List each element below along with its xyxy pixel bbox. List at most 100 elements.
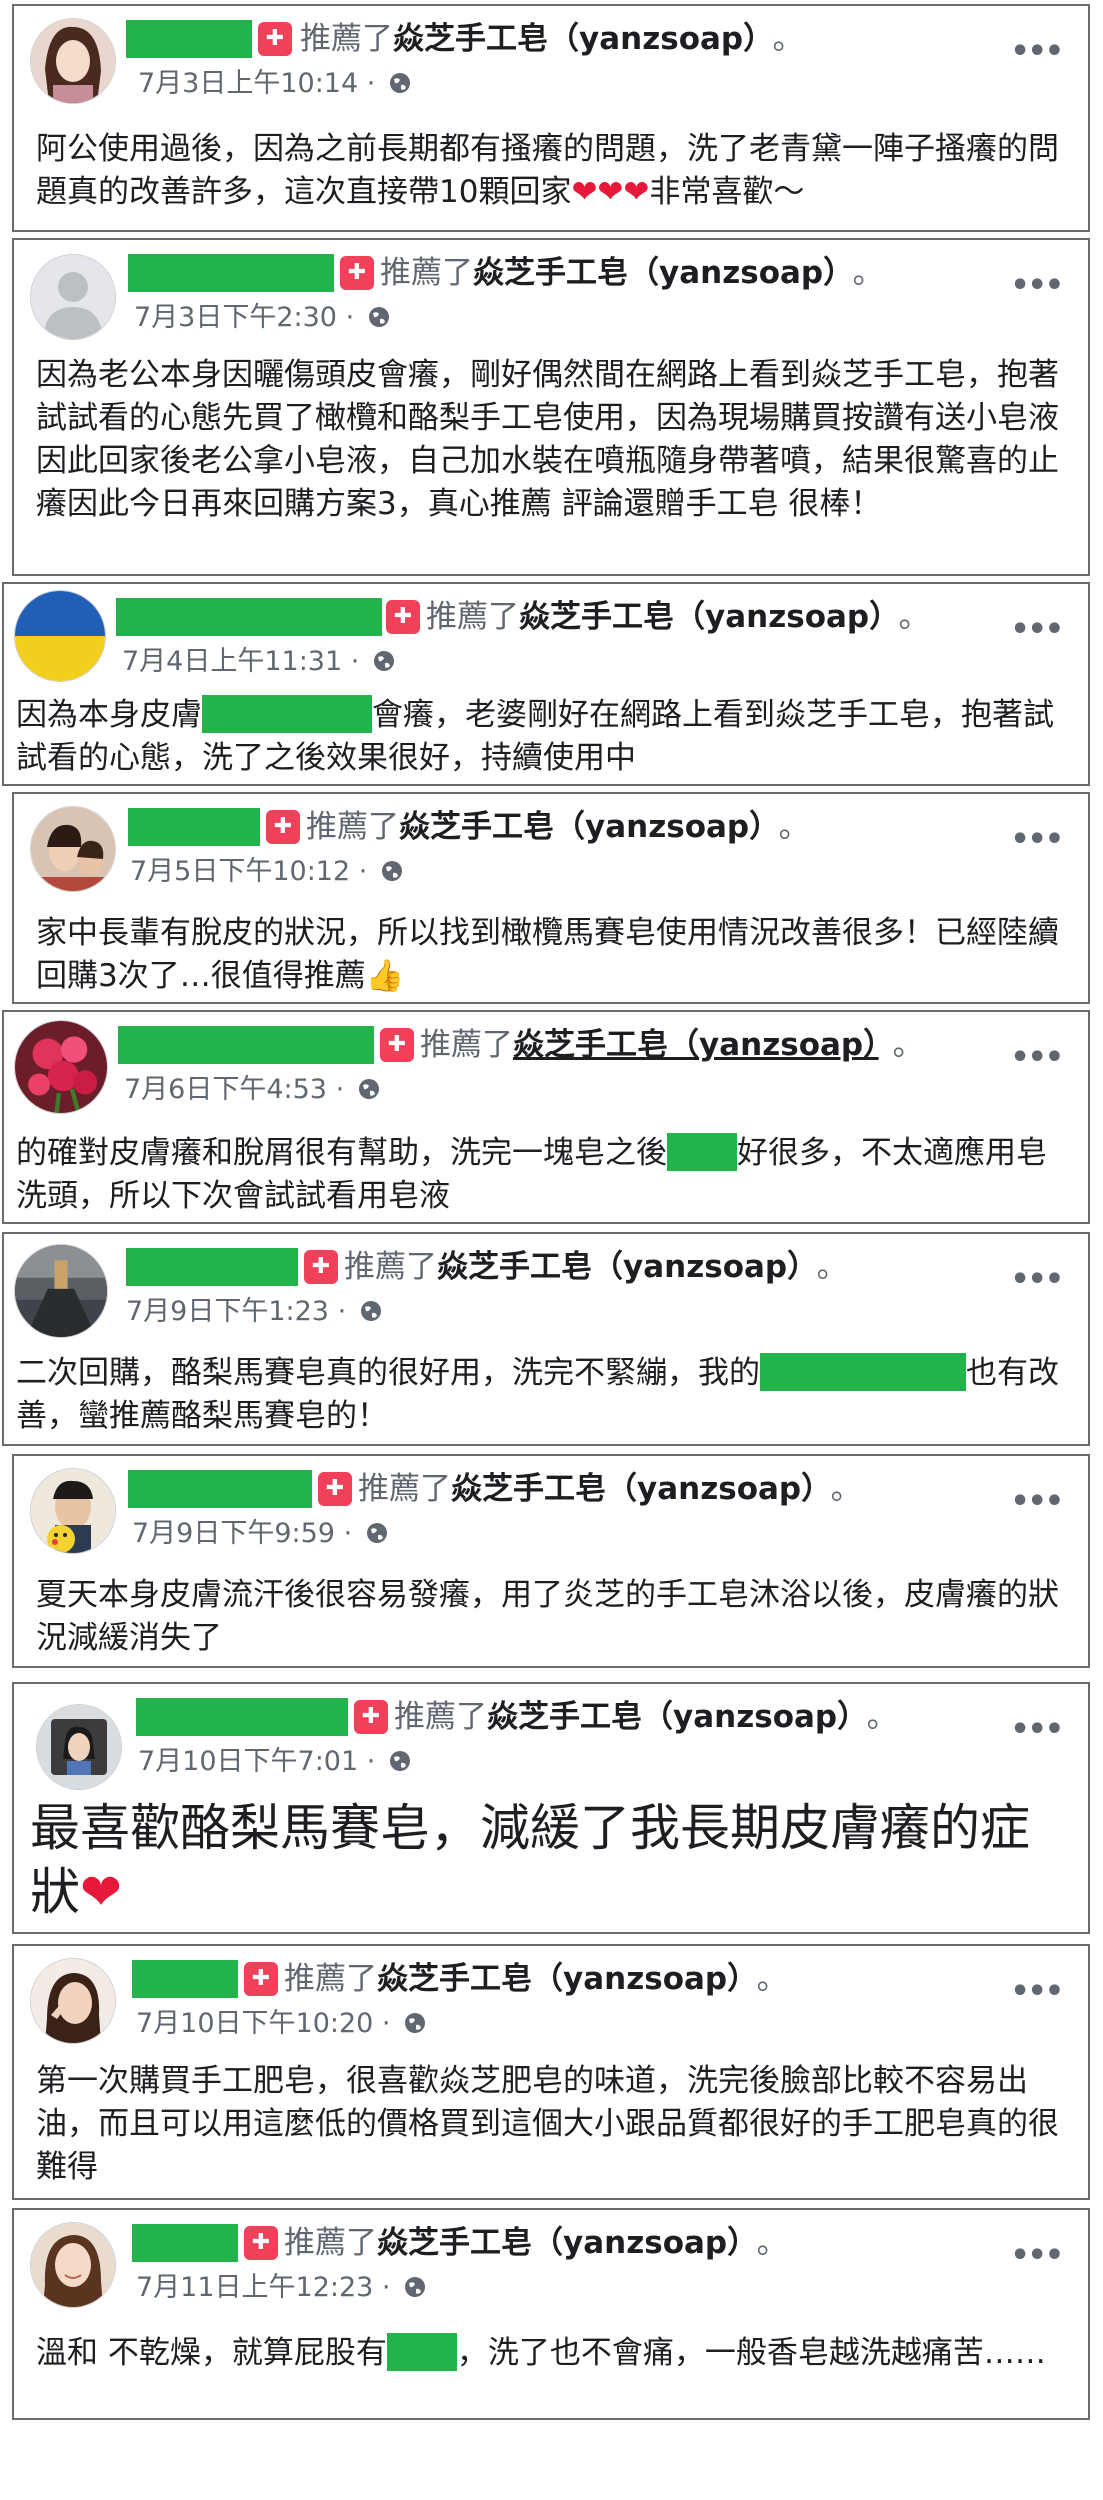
avatar[interactable] — [30, 1958, 116, 2044]
page-name-link[interactable]: 焱芝手工皂（yanzsoap） — [399, 809, 765, 845]
recommend-badge-icon: ✚ — [318, 1472, 352, 1506]
post-headline: 推薦了焱芝手工皂（yanzsoap）。 — [358, 1471, 862, 1507]
post-timestamp[interactable]: 7月4日上午11:31 · — [122, 644, 396, 680]
avatar[interactable] — [14, 1244, 108, 1338]
post-headline: 推薦了焱芝手工皂（yanzsoap）。 — [426, 599, 930, 635]
post-headline: 推薦了焱芝手工皂（yanzsoap）。 — [300, 21, 804, 57]
recommend-badge-icon: ✚ — [354, 1700, 388, 1734]
more-options-icon[interactable]: ••• — [1010, 1484, 1064, 1519]
redacted-text — [760, 1353, 966, 1391]
page-name-link[interactable]: 焱芝手工皂（yanzsoap） — [487, 1699, 853, 1735]
avatar[interactable] — [30, 1468, 116, 1554]
recommended-verb: 推薦了 — [300, 21, 393, 57]
more-options-icon[interactable]: ••• — [1010, 822, 1064, 857]
post-timestamp[interactable]: 7月5日下午10:12 · — [130, 854, 404, 890]
post-body: 家中長輩有脫皮的狀況，所以找到橄欖馬賽皂使用情況改善很多！已經陸續回購3次了…很… — [36, 915, 1059, 994]
avatar[interactable] — [36, 1704, 122, 1790]
more-options-icon[interactable]: ••• — [1010, 1712, 1064, 1747]
post-body: 第一次購買手工肥皂，很喜歡焱芝肥皂的味道，洗完後臉部比較不容易出油，而且可以用這… — [36, 2063, 1059, 2185]
redacted-name[interactable] — [132, 2224, 238, 2262]
post-headline: 推薦了焱芝手工皂（yanzsoap）。 — [284, 2225, 788, 2261]
post-body: 二次回購，酪梨馬賽皂真的很好用，洗完不緊繃，我的 也有改善，蠻推薦酪梨馬賽皂的！ — [16, 1353, 1059, 1434]
post-card: ✚ 推薦了焱芝手工皂（yanzsoap）。 7月3日下午2:30 · ••• 因… — [12, 238, 1090, 576]
public-globe-icon — [373, 651, 394, 671]
avatar[interactable] — [14, 1020, 108, 1114]
more-options-icon[interactable]: ••• — [1010, 612, 1064, 647]
public-globe-icon — [405, 2277, 426, 2297]
more-options-icon[interactable]: ••• — [1010, 1974, 1064, 2009]
recommend-badge-icon: ✚ — [258, 22, 292, 56]
post-headline: 推薦了焱芝手工皂（yanzsoap）。 — [284, 1961, 788, 1997]
page-name-link[interactable]: 焱芝手工皂（yanzsoap） — [473, 255, 839, 291]
post-card: ✚ 推薦了焱芝手工皂（yanzsoap）。 7月11日上午12:23 · •••… — [12, 2208, 1090, 2420]
avatar[interactable] — [30, 806, 116, 892]
recommend-badge-icon: ✚ — [304, 1250, 338, 1284]
heart-emoji: ❤ — [80, 1863, 122, 1921]
avatar[interactable] — [30, 2222, 116, 2308]
redacted-name[interactable] — [126, 20, 252, 58]
recommend-badge-icon: ✚ — [380, 1028, 414, 1062]
post-card: ✚ 推薦了焱芝手工皂（yanzsoap）。 7月9日下午9:59 · ••• 夏… — [12, 1454, 1090, 1668]
post-card: ✚ 推薦了焱芝手工皂（yanzsoap）。 7月10日下午7:01 · ••• … — [12, 1682, 1090, 1934]
post-timestamp[interactable]: 7月10日下午10:20 · — [136, 2006, 427, 2042]
post-card: ✚ 推薦了焱芝手工皂（yanzsoap）。 7月4日上午11:31 · ••• … — [2, 582, 1090, 786]
page-name-link[interactable]: 焱芝手工皂（yanzsoap） — [519, 599, 885, 635]
thumbs-up-emoji: 👍 — [365, 958, 405, 994]
post-timestamp[interactable]: 7月9日下午1:23 · — [126, 1294, 383, 1330]
public-globe-icon — [389, 1751, 410, 1771]
post-headline: 推薦了焱芝手工皂（yanzsoap）。 — [394, 1699, 898, 1735]
more-options-icon[interactable]: ••• — [1010, 2238, 1064, 2273]
post-timestamp[interactable]: 7月9日下午9:59 · — [132, 1516, 389, 1552]
avatar[interactable] — [14, 590, 106, 682]
post-card: ✚ 推薦了焱芝手工皂（yanzsoap）。 7月5日下午10:12 · ••• … — [12, 792, 1090, 1004]
post-card: ✚ 推薦了焱芝手工皂（yanzsoap）。 7月9日下午1:23 · ••• 二… — [2, 1232, 1090, 1446]
public-globe-icon — [358, 1079, 379, 1099]
redacted-name[interactable] — [132, 1960, 238, 1998]
post-timestamp[interactable]: 7月3日上午10:14 · — [138, 66, 412, 102]
redacted-name[interactable] — [116, 598, 382, 636]
public-globe-icon — [389, 73, 410, 93]
post-body: 的確對皮膚癢和脫屑很有幫助，洗完一塊皂之後 好很多，不太適應用皂洗頭，所以下次會試… — [16, 1133, 1047, 1214]
more-options-icon[interactable]: ••• — [1010, 1262, 1064, 1297]
recommend-badge-icon: ✚ — [244, 2226, 278, 2260]
public-globe-icon — [360, 1301, 381, 1321]
page-name-link[interactable]: 焱芝手工皂（yanzsoap） — [451, 1471, 817, 1507]
redacted-name[interactable] — [118, 1026, 374, 1064]
post-timestamp[interactable]: 7月6日下午4:53 · — [124, 1072, 381, 1108]
page-name-link[interactable]: 焱芝手工皂（yanzsoap） — [513, 1027, 879, 1063]
redacted-name[interactable] — [126, 1248, 298, 1286]
redacted-name[interactable] — [136, 1698, 348, 1736]
post-body: 夏天本身皮膚流汗後很容易發癢，用了炎芝的手工皂沐浴以後，皮膚癢的狀況減緩消失了 — [36, 1577, 1059, 1656]
recommend-badge-icon: ✚ — [266, 810, 300, 844]
page-name-link[interactable]: 焱芝手工皂（yanzsoap） — [377, 2225, 743, 2261]
post-body: 因為本身皮膚 會癢，老婆剛好在網路上看到焱芝手工皂，抱著試試看的心態，洗了之後效果… — [16, 695, 1054, 776]
heart-emoji: ❤❤❤ — [571, 174, 650, 210]
redacted-text — [667, 1133, 737, 1171]
post-headline: 推薦了焱芝手工皂（yanzsoap）。 — [420, 1027, 924, 1063]
recommend-badge-icon: ✚ — [340, 256, 374, 290]
post-body: 阿公使用過後，因為之前長期都有搔癢的問題，洗了老青黛一陣子搔癢的問題真的改善許多… — [36, 131, 1059, 210]
post-headline: 推薦了焱芝手工皂（yanzsoap）。 — [344, 1249, 848, 1285]
post-card: ✚ 推薦了焱芝手工皂（yanzsoap）。 7月3日上午10:14 · ••• … — [12, 4, 1090, 232]
recommend-badge-icon: ✚ — [386, 600, 420, 634]
post-timestamp[interactable]: 7月10日下午7:01 · — [138, 1744, 412, 1780]
page-name-link[interactable]: 焱芝手工皂（yanzsoap） — [393, 21, 759, 57]
more-options-icon[interactable]: ••• — [1010, 1040, 1064, 1075]
public-globe-icon — [368, 307, 389, 327]
redacted-name[interactable] — [128, 254, 334, 292]
redacted-name[interactable] — [128, 808, 260, 846]
post-headline: 推薦了焱芝手工皂（yanzsoap）。 — [380, 255, 884, 291]
post-timestamp[interactable]: 7月11日上午12:23 · — [136, 2270, 427, 2306]
more-options-icon[interactable]: ••• — [1010, 268, 1064, 303]
more-options-icon[interactable]: ••• — [1010, 34, 1064, 69]
public-globe-icon — [366, 1523, 387, 1543]
post-card: ✚ 推薦了焱芝手工皂（yanzsoap）。 7月10日下午10:20 · •••… — [12, 1944, 1090, 2200]
post-body: 因為老公本身因曬傷頭皮會癢，剛好偶然間在網路上看到焱芝手工皂，抱著試試看的心態先… — [36, 357, 1059, 522]
redacted-name[interactable] — [128, 1470, 312, 1508]
page-name-link[interactable]: 焱芝手工皂（yanzsoap） — [437, 1249, 803, 1285]
page-name-link[interactable]: 焱芝手工皂（yanzsoap） — [377, 1961, 743, 1997]
avatar[interactable] — [30, 254, 116, 340]
avatar[interactable] — [30, 18, 116, 104]
post-body: 最喜歡酪梨馬賽皂，減緩了我長期皮膚癢的症狀❤ — [30, 1799, 1030, 1921]
post-timestamp[interactable]: 7月3日下午2:30 · — [134, 300, 391, 336]
